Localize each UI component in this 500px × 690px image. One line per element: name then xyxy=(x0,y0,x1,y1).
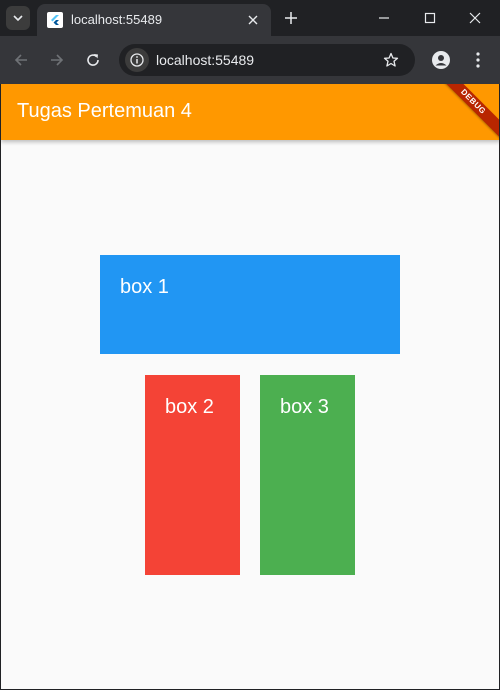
browser-toolbar: localhost:55489 xyxy=(0,36,500,84)
flutter-favicon-icon xyxy=(47,12,63,28)
browser-tab[interactable]: localhost:55489 xyxy=(37,4,271,36)
box-3-label: box 3 xyxy=(280,396,329,418)
minimize-icon[interactable] xyxy=(372,6,396,30)
chevron-down-icon xyxy=(13,15,23,22)
box-3: box 3 xyxy=(260,375,355,575)
box-1-label: box 1 xyxy=(120,276,169,298)
app-bar: Tugas Pertemuan 4 xyxy=(1,84,499,140)
new-tab-plus-icon[interactable] xyxy=(281,8,301,28)
box-2-label: box 2 xyxy=(165,396,214,418)
site-info-icon[interactable] xyxy=(125,48,149,72)
back-arrow-icon[interactable] xyxy=(9,48,33,72)
address-bar[interactable]: localhost:55489 xyxy=(119,44,415,76)
box-2: box 2 xyxy=(145,375,240,575)
bookmark-star-icon[interactable] xyxy=(379,48,403,72)
close-window-icon[interactable] xyxy=(463,6,487,30)
app-viewport: Tugas Pertemuan 4 DEBUG box 1 box 2 box … xyxy=(0,84,500,690)
profile-avatar-icon[interactable] xyxy=(429,48,453,72)
reload-icon[interactable] xyxy=(81,48,105,72)
tab-close-icon[interactable] xyxy=(245,12,261,28)
maximize-icon[interactable] xyxy=(418,6,442,30)
tab-title: localhost:55489 xyxy=(71,12,163,27)
tab-strip: localhost:55489 xyxy=(0,0,500,36)
url-text: localhost:55489 xyxy=(156,52,255,68)
more-menu-icon[interactable] xyxy=(466,48,490,72)
tab-search-button[interactable] xyxy=(6,6,30,30)
forward-arrow-icon[interactable] xyxy=(45,48,69,72)
app-title: Tugas Pertemuan 4 xyxy=(17,100,192,122)
box-1: box 1 xyxy=(100,255,400,354)
